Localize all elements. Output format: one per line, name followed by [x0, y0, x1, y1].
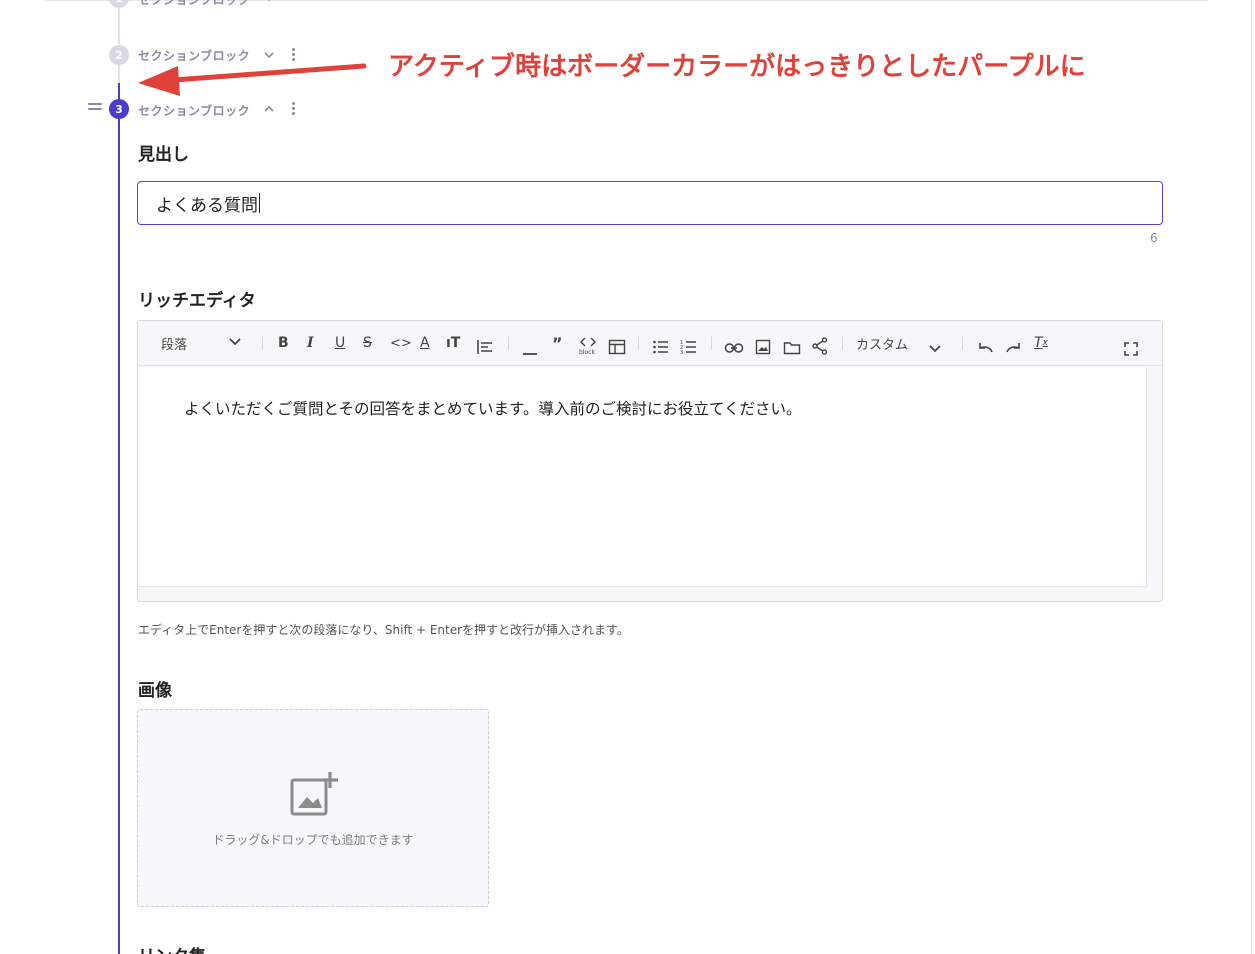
horizontal-rule-icon[interactable]: [522, 342, 538, 366]
custom-style-select[interactable]: カスタム: [856, 334, 908, 353]
code-icon[interactable]: <>: [390, 331, 412, 355]
chevron-down-icon[interactable]: [228, 337, 242, 347]
section-title[interactable]: セクションブロック: [138, 102, 250, 119]
section-number-badge: 2: [109, 45, 129, 65]
font-size-icon[interactable]: ıT: [446, 331, 460, 355]
toolbar-separator: [842, 336, 843, 350]
link-icon[interactable]: [724, 336, 744, 360]
image-icon[interactable]: [755, 335, 771, 359]
paragraph-style-select[interactable]: 段落: [161, 334, 187, 353]
add-image-icon: [290, 772, 338, 816]
character-count: 6: [1150, 231, 1158, 245]
chevron-up-icon[interactable]: [264, 105, 274, 113]
font-color-icon[interactable]: A: [420, 331, 430, 355]
heading-input-value: よくある質問: [156, 195, 258, 216]
rich-text-editor: 段落 B I U S <> A ıT ” block 123 カスタム T x …: [137, 320, 1163, 602]
editor-toolbar: 段落 B I U S <> A ıT ” block 123 カスタム T x: [138, 321, 1162, 366]
quote-icon[interactable]: ”: [552, 331, 563, 355]
editor-content-area[interactable]: よくいただくご質問とその回答をまとめています。導入前のご検討にお役立てください。: [138, 367, 1147, 587]
heading-input[interactable]: よくある質問: [137, 181, 1163, 225]
section-number-badge: 3: [109, 99, 129, 119]
svg-text:block: block: [579, 349, 595, 356]
annotation-arrow-icon: [138, 63, 367, 96]
editor-help-text: エディタ上でEnterを押すと次の段落になり、Shift + Enterを押すと…: [138, 623, 629, 637]
toolbar-separator: [962, 336, 963, 350]
text-caret: [259, 193, 260, 213]
toolbar-separator: [638, 336, 639, 350]
folder-icon[interactable]: [783, 336, 801, 360]
right-divider: [1251, 0, 1252, 954]
dropzone-text: ドラッグ&ドロップでも追加できます: [212, 833, 414, 847]
toolbar-separator: [711, 336, 712, 350]
undo-icon[interactable]: [976, 336, 994, 360]
ordered-list-icon[interactable]: 123: [680, 335, 698, 359]
share-icon[interactable]: [812, 334, 828, 358]
svg-text:3: 3: [680, 350, 683, 356]
timeline-line-active: [118, 83, 120, 954]
image-dropzone[interactable]: ドラッグ&ドロップでも追加できます: [137, 709, 489, 907]
page: 1 セクションブロック 2 セクションブロック 3 セクションブロック アクティ…: [0, 0, 1255, 954]
toolbar-separator: [262, 336, 263, 350]
bold-icon[interactable]: B: [278, 331, 289, 355]
toolbar-separator: [508, 336, 509, 350]
section-title[interactable]: セクションブロック: [138, 0, 250, 8]
drag-handle-icon[interactable]: [88, 103, 102, 113]
image-field-label: 画像: [138, 681, 172, 701]
italic-icon[interactable]: I: [307, 331, 314, 355]
strikethrough-icon[interactable]: S: [363, 331, 372, 355]
annotation-text: アクティブ時はボーダーカラーがはっきりとしたパープルに: [388, 52, 1086, 82]
rich-editor-label: リッチエディタ: [138, 291, 256, 311]
kebab-menu-icon[interactable]: [292, 102, 296, 117]
heading-field-label: 見出し: [138, 145, 189, 165]
section-number-badge: 1: [109, 0, 129, 8]
redo-icon[interactable]: [1005, 336, 1023, 360]
link-collection-label: リンク集: [138, 942, 206, 954]
fullscreen-icon[interactable]: [1124, 337, 1138, 361]
code-block-icon[interactable]: block: [578, 333, 598, 357]
chevron-down-icon[interactable]: [928, 337, 942, 361]
chevron-down-icon[interactable]: [264, 0, 274, 2]
align-left-icon[interactable]: [476, 335, 494, 359]
table-icon[interactable]: [608, 335, 626, 359]
underline-icon[interactable]: U: [335, 331, 345, 355]
clear-format-icon[interactable]: Tx: [1034, 331, 1048, 355]
editor-paragraph: よくいただくご質問とその回答をまとめています。導入前のご検討にお役立てください。: [184, 400, 802, 418]
bullet-list-icon[interactable]: [652, 335, 670, 359]
